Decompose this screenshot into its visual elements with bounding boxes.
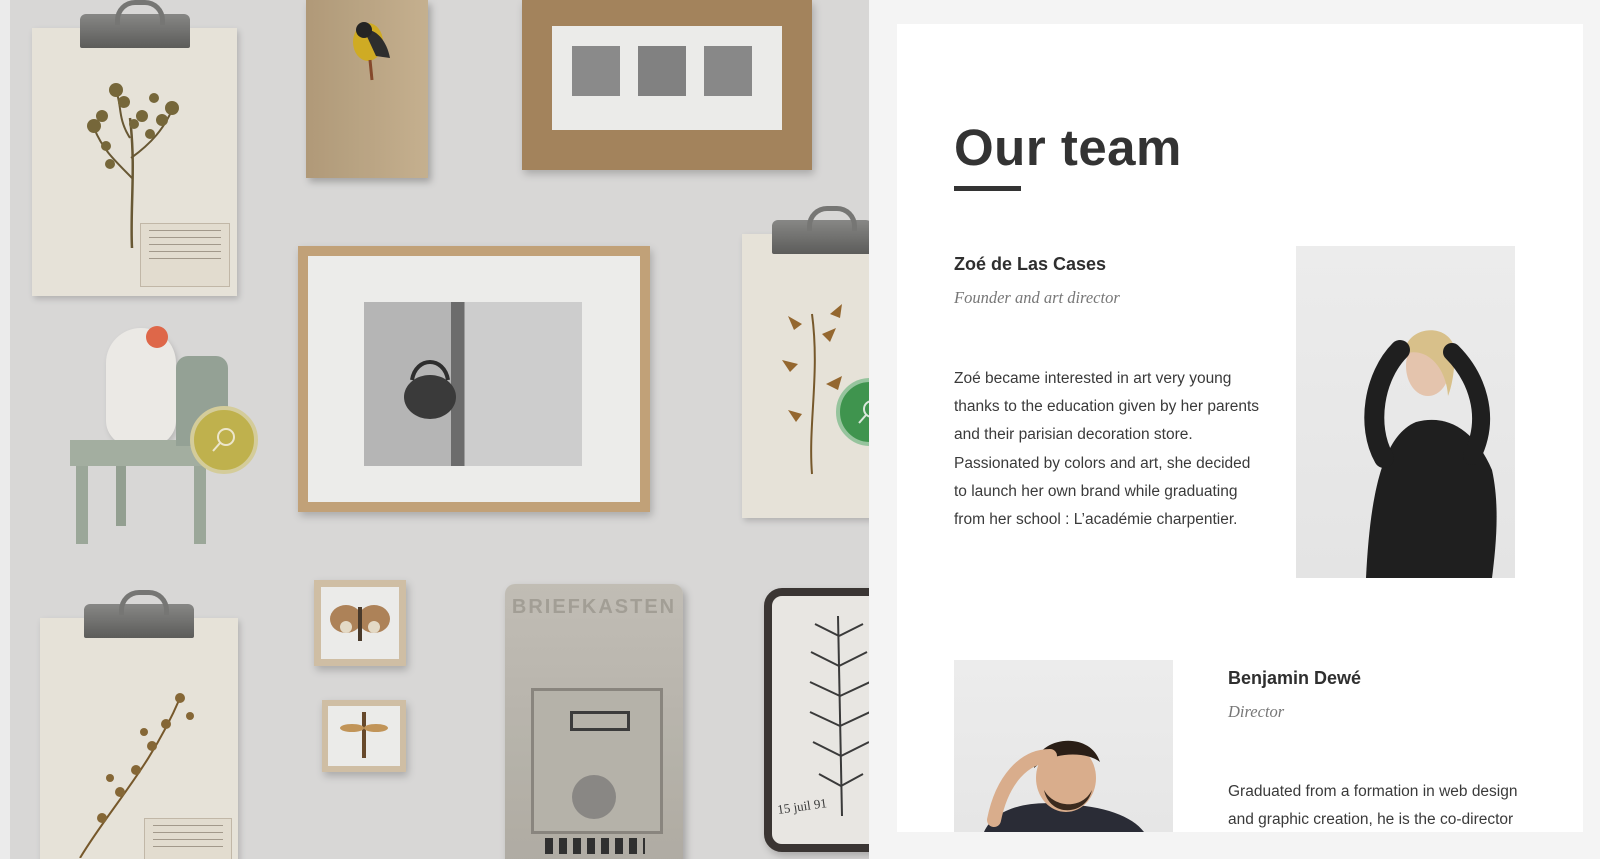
clipboard-herbarium-3: [40, 590, 238, 859]
kettle-photo: [364, 302, 582, 466]
gallery-wall-image: BRIEFKASTEN 15 juil 91: [0, 0, 869, 859]
member-portrait: [954, 660, 1173, 832]
bird-shelf: [306, 0, 428, 178]
page-title: Our team: [954, 119, 1182, 176]
bio-line: to launch her own brand while graduating: [954, 482, 1238, 500]
kettle-shape: [404, 360, 456, 419]
specimen-label: [144, 818, 232, 859]
bio-line: from her school : L’académie charpentier…: [954, 511, 1238, 529]
bio-line: and their parisian decoration store.: [954, 426, 1193, 444]
dragonfly-box: [322, 700, 406, 772]
title-underline: [954, 186, 1021, 191]
bio-line: and graphic creation, he is the co-direc…: [1228, 811, 1514, 829]
clipboard-clip: [772, 206, 869, 254]
fern-frame: 15 juil 91: [764, 588, 869, 852]
member-role: Director: [1228, 702, 1285, 721]
chair-leg: [116, 466, 126, 526]
dragonfly: [340, 712, 388, 758]
butterfly-box: [314, 580, 406, 666]
three-photo-frame: [522, 0, 812, 170]
bunny-ear: [146, 326, 168, 348]
herbarium-caption: 15 juil 91: [776, 795, 827, 817]
member-bio: Zoé became interested in art very young …: [954, 365, 1294, 534]
panel-bottom-margin: [869, 832, 1600, 859]
chair-leg: [76, 466, 88, 544]
member-portrait: [1296, 246, 1515, 578]
member-name: Zoé de Las Cases: [954, 254, 1107, 274]
clipboard-herbarium-1: [32, 0, 237, 296]
vintage-photo: [704, 46, 752, 96]
member-bio: Graduated from a formation in web design…: [1228, 778, 1518, 832]
member-role: Founder and art director: [954, 288, 1120, 307]
bunny-lamp: [106, 328, 176, 446]
mailbox-vents: [545, 838, 645, 854]
vintage-photo: [572, 46, 620, 96]
search-icon: [212, 428, 235, 452]
mailbox-lettering: BRIEFKASTEN: [511, 596, 677, 618]
clipboard-clip: [84, 590, 194, 638]
clipboard-clip: [79, 0, 190, 48]
team-panel: Our team Zoé de Las Cases Founder and ar…: [897, 24, 1583, 832]
bird-figurine: [353, 22, 390, 81]
search-icon: [858, 400, 869, 424]
chair-leg: [194, 466, 206, 544]
butterfly: [330, 605, 390, 641]
specimen-label: [140, 223, 230, 287]
bio-line: Passionated by colors and art, she decid…: [954, 454, 1251, 472]
woman-portrait-figure: [1364, 330, 1497, 578]
vintage-photo: [638, 46, 686, 96]
clipboard-herbarium-2: [742, 206, 869, 518]
bio-line: Graduated from a formation in web design: [1228, 783, 1518, 800]
bio-line: Zoé became interested in art very young: [954, 370, 1232, 387]
wall-edge: [0, 0, 10, 859]
kettle-photo-frame: [298, 246, 650, 512]
vintage-mailbox: BRIEFKASTEN: [505, 584, 683, 859]
mailbox-lock: [572, 775, 616, 819]
member-name: Benjamin Dewé: [1228, 668, 1362, 688]
mailbox-slot: [570, 711, 630, 731]
mailbox-door: [531, 688, 663, 834]
man-portrait-figure: [984, 740, 1144, 832]
bio-line: thanks to the education given by her par…: [954, 398, 1260, 416]
fern-drawing: 15 juil 91: [776, 615, 869, 817]
zoom-button-yellow[interactable]: [190, 406, 258, 474]
